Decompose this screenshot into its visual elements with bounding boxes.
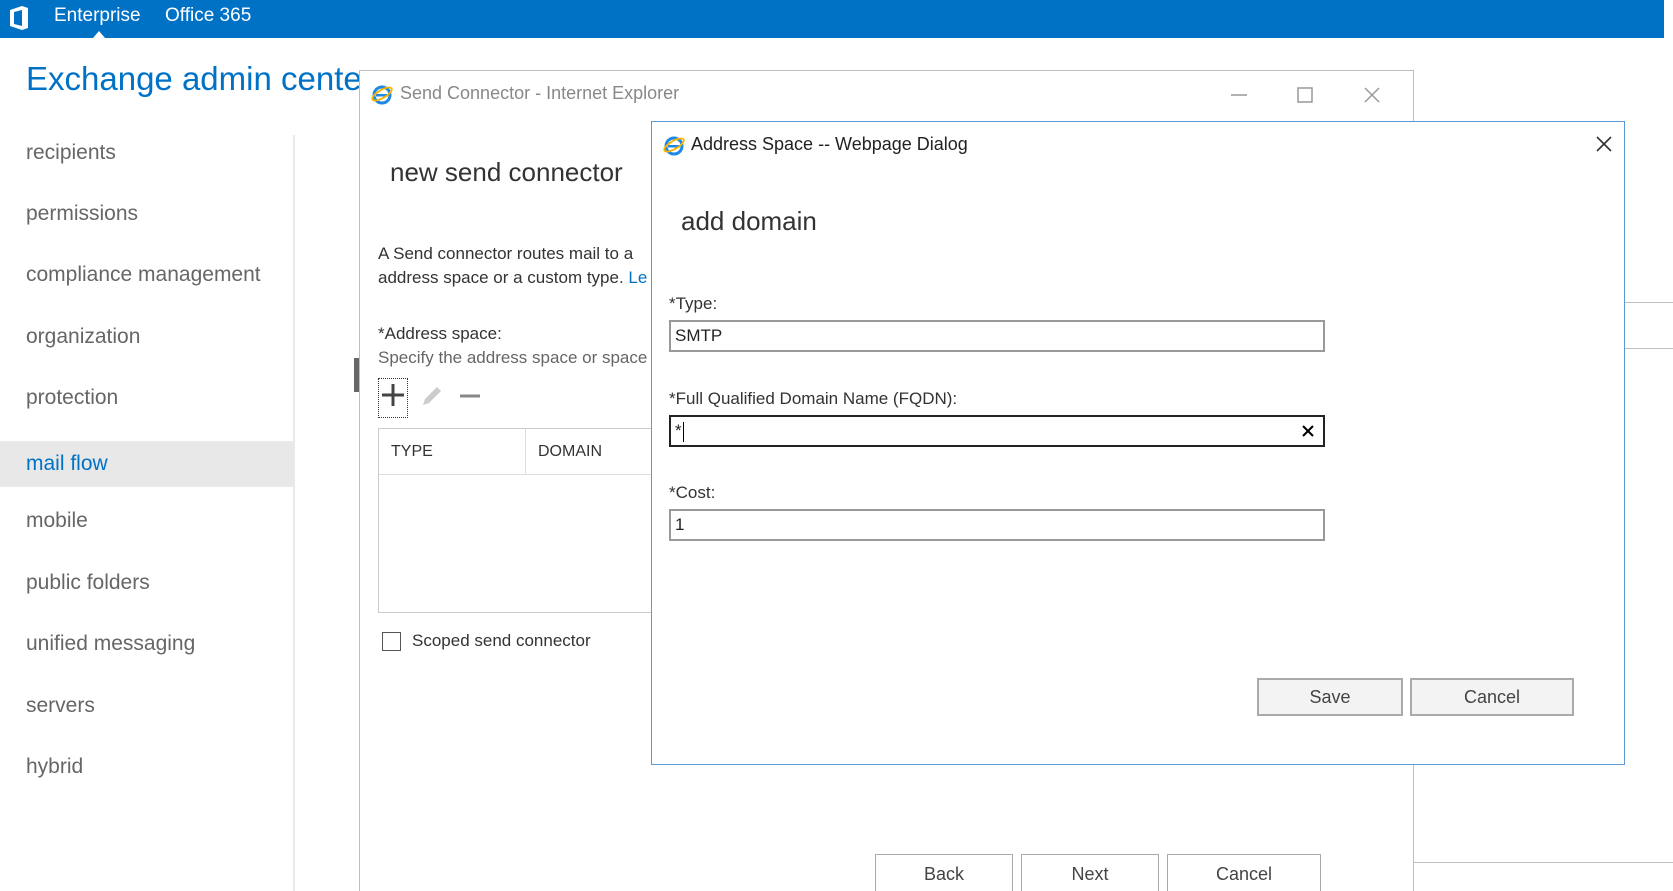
fqdn-field[interactable]: * <box>669 415 1325 447</box>
cost-field[interactable]: 1 <box>669 509 1325 541</box>
maximize-icon <box>1297 87 1313 103</box>
maximize-button[interactable] <box>1285 79 1325 109</box>
background-divider <box>1412 862 1673 863</box>
nav-item-permissions[interactable]: permissions <box>0 191 294 237</box>
wizard-cancel-button[interactable]: Cancel <box>1167 854 1321 891</box>
background-divider <box>1625 302 1673 303</box>
description-line-1: A Send connector routes mail to a <box>378 244 634 263</box>
scoped-send-connector-checkbox[interactable] <box>382 632 401 651</box>
minimize-icon <box>1231 94 1247 96</box>
fqdn-label: *Full Qualified Domain Name (FQDN): <box>669 389 958 408</box>
next-button[interactable]: Next <box>1021 854 1159 891</box>
fqdn-value: * <box>675 421 682 440</box>
cost-value: 1 <box>675 515 685 534</box>
type-field[interactable]: SMTP <box>669 320 1325 352</box>
internet-explorer-icon <box>663 136 685 156</box>
background-divider <box>1625 348 1673 349</box>
close-icon <box>1364 87 1380 103</box>
nav-divider <box>293 135 295 891</box>
nav-item-organization[interactable]: organization <box>0 314 294 360</box>
type-value: SMTP <box>675 326 723 345</box>
nav-item-protection[interactable]: protection <box>0 375 294 421</box>
wizard-description: A Send connector routes mail to a addres… <box>378 242 647 290</box>
nav-enterprise[interactable]: Enterprise <box>54 5 141 27</box>
nav-item-servers[interactable]: servers <box>0 683 294 729</box>
minus-icon <box>460 394 480 398</box>
description-line-2: address space or a custom type. Le <box>378 266 647 290</box>
remove-button[interactable] <box>456 382 484 410</box>
pencil-icon <box>423 387 441 405</box>
scoped-send-connector-label: Scoped send connector <box>412 631 591 650</box>
screen: Enterprise Office 365 Exchange admin cen… <box>0 0 1673 891</box>
window-titlebar[interactable]: Send Connector - Internet Explorer <box>360 71 1413 115</box>
office-top-bar: Enterprise Office 365 <box>0 0 1664 38</box>
plus-icon <box>382 384 404 406</box>
address-space-help: Specify the address space or space <box>378 348 648 367</box>
close-icon <box>1596 136 1612 152</box>
nav-office-365[interactable]: Office 365 <box>165 5 251 27</box>
description-text: address space or a custom type. <box>378 268 624 287</box>
close-window-button[interactable] <box>1352 79 1392 109</box>
type-label: *Type: <box>669 294 718 313</box>
office-logo-icon[interactable] <box>8 5 30 31</box>
internet-explorer-icon <box>371 85 393 105</box>
nav-item-public-folders[interactable]: public folders <box>0 560 294 606</box>
page-title: Exchange admin center <box>26 60 373 97</box>
address-space-dialog: Address Space -- Webpage Dialog add doma… <box>651 121 1625 765</box>
nav-item-compliance-management[interactable]: compliance management <box>0 252 294 298</box>
learn-more-link[interactable]: Le <box>628 268 647 287</box>
dialog-close-button[interactable] <box>1588 128 1620 160</box>
address-space-label: *Address space: <box>378 324 502 343</box>
nav-item-recipients[interactable]: recipients <box>0 130 294 176</box>
dialog-title: Address Space -- Webpage Dialog <box>691 134 968 154</box>
window-title: Send Connector - Internet Explorer <box>400 83 680 103</box>
column-header-domain[interactable]: DOMAIN <box>526 429 659 475</box>
nav-selected-caret <box>93 31 105 38</box>
edit-button[interactable] <box>418 382 446 410</box>
wizard-heading: new send connector <box>390 157 623 187</box>
nav-item-mobile[interactable]: mobile <box>0 498 294 544</box>
dialog-cancel-button[interactable]: Cancel <box>1410 678 1574 716</box>
nav-item-hybrid[interactable]: hybrid <box>0 744 294 790</box>
back-button[interactable]: Back <box>875 854 1013 891</box>
save-button[interactable]: Save <box>1257 678 1403 716</box>
nav-item-unified-messaging[interactable]: unified messaging <box>0 621 294 667</box>
address-space-grid: TYPE DOMAIN <box>378 428 658 613</box>
dialog-heading: add domain <box>681 206 817 236</box>
clear-icon[interactable] <box>1299 422 1317 440</box>
minimize-button[interactable] <box>1219 79 1259 109</box>
add-button[interactable] <box>378 378 408 418</box>
text-cursor <box>682 421 684 442</box>
grid-header: TYPE DOMAIN <box>379 429 657 475</box>
column-header-type[interactable]: TYPE <box>379 429 526 475</box>
cost-label: *Cost: <box>669 483 716 502</box>
nav-item-mail-flow[interactable]: mail flow <box>0 441 294 487</box>
